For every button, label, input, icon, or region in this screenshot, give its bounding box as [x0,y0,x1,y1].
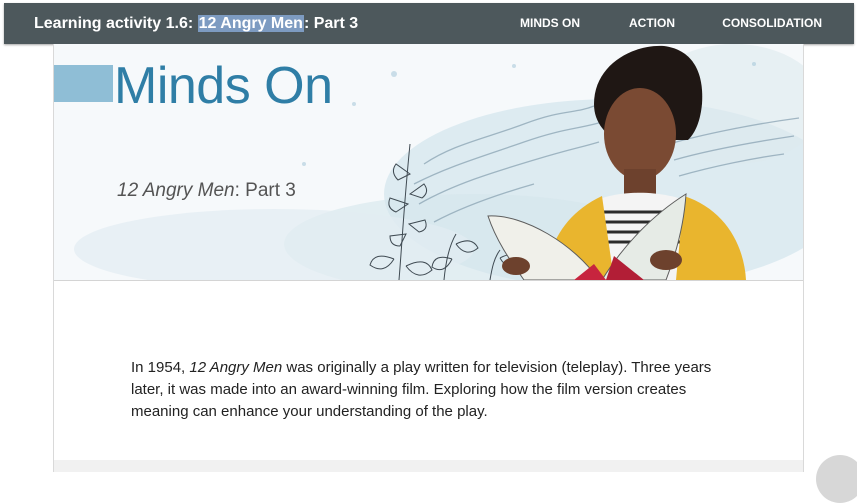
nav-action-link[interactable]: ACTION [629,3,675,44]
scroll-to-top-button[interactable] [816,455,857,503]
nav-consolidation-link[interactable]: CONSOLIDATION [722,3,822,44]
nav-minds-on-link[interactable]: MINDS ON [520,3,580,44]
activity-title-suffix: : Part 3 [303,15,359,32]
subtitle-work-title: 12 Angry Men [117,180,235,201]
page-subtitle: 12 Angry Men: Part 3 [117,180,296,202]
intro-paragraph: In 1954, 12 Angry Men was originally a p… [131,357,721,423]
activity-title: Learning activity 1.6: 12 Angry Men: Par… [34,3,358,44]
page-title: Minds On [114,57,333,115]
activity-title-selected-text: 12 Angry Men [197,15,304,32]
subtitle-part: : Part 3 [234,180,296,201]
next-section-edge [54,460,803,472]
intro-text-start: In 1954, [131,359,190,376]
heading-accent-block [54,65,113,102]
page-content: Minds On 12 Angry Men: Part 3 In 1954, 1… [53,44,804,472]
top-navigation-bar: Learning activity 1.6: 12 Angry Men: Par… [4,3,854,44]
activity-title-prefix: Learning activity 1.6: [34,15,198,32]
intro-work-title: 12 Angry Men [189,359,283,376]
minds-on-banner: Minds On 12 Angry Men: Part 3 [54,44,803,281]
